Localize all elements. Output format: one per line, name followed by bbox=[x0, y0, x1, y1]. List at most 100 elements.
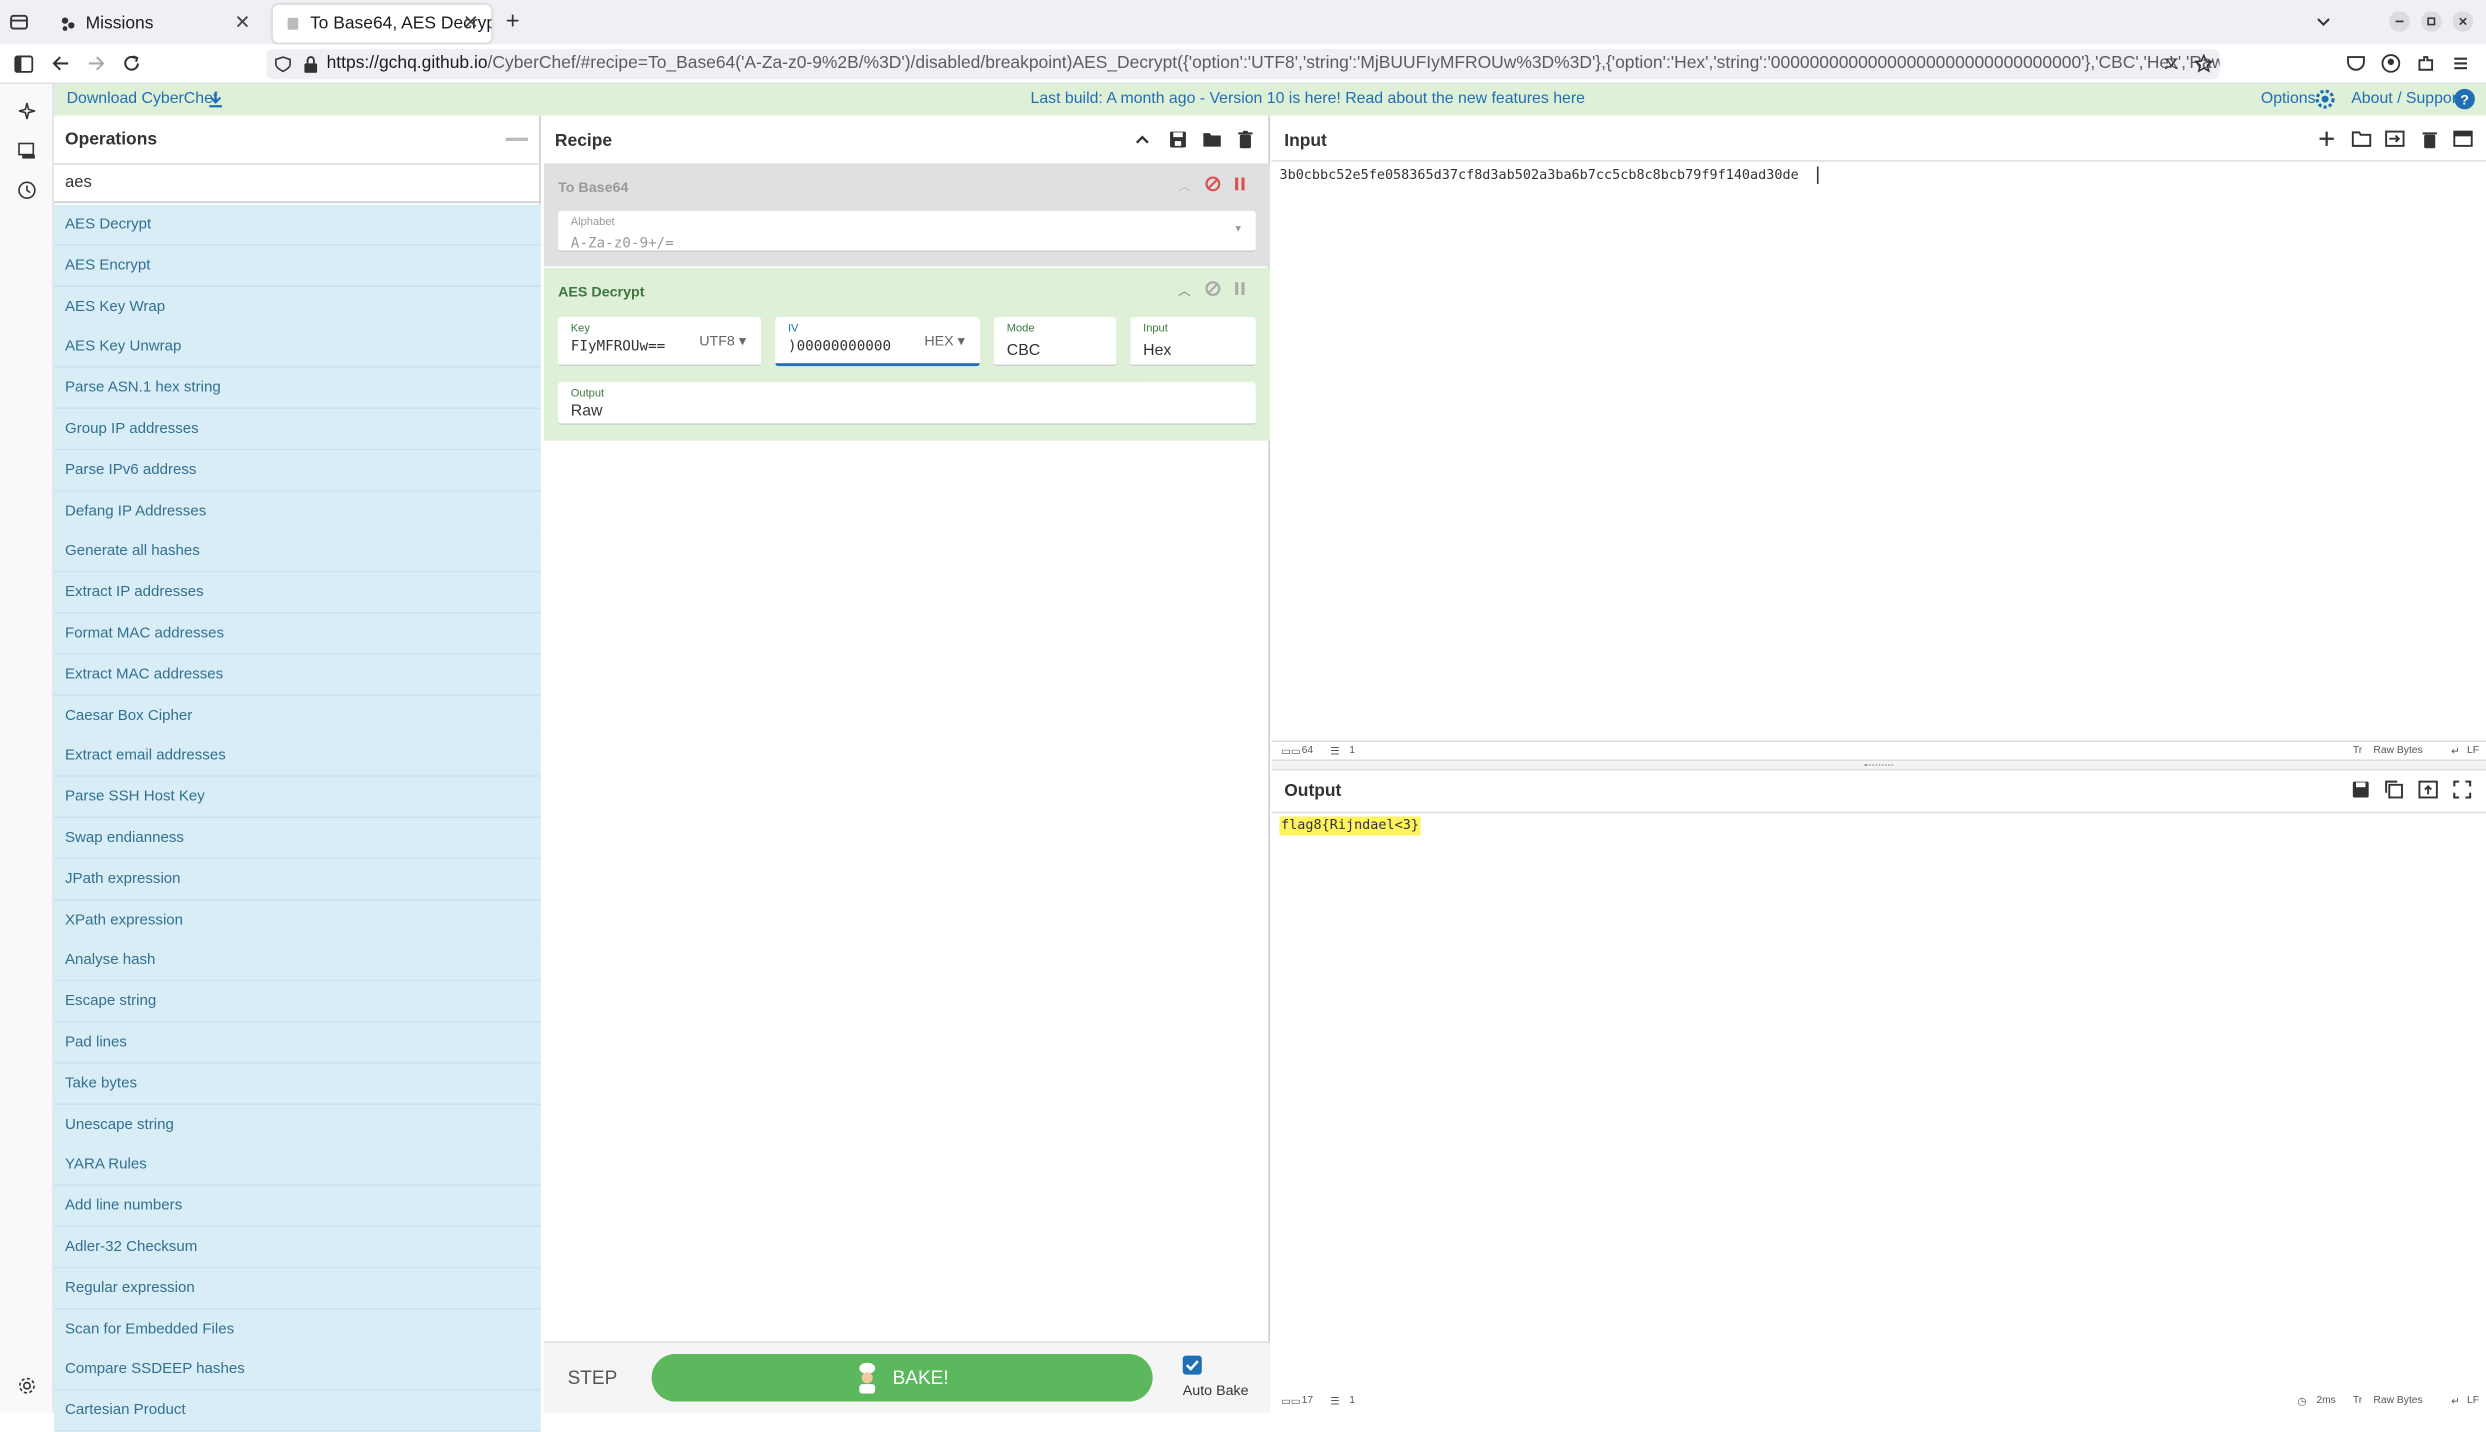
new-tab-button[interactable]: + bbox=[506, 8, 520, 35]
options-gear-icon[interactable] bbox=[2315, 89, 2336, 110]
output-encoding[interactable]: Raw Bytes bbox=[2373, 1395, 2422, 1406]
output-eol[interactable]: LF bbox=[2467, 1395, 2479, 1406]
operation-item[interactable]: Compare SSDEEP hashes bbox=[53, 1349, 541, 1392]
iv-input[interactable]: )00000000000 bbox=[788, 339, 908, 355]
translate-icon[interactable]: 文 bbox=[2164, 54, 2183, 73]
minimize-icon[interactable] bbox=[2389, 11, 2410, 32]
build-notice-link[interactable]: Last build: A month ago - Version 10 is … bbox=[1031, 90, 1585, 107]
save-recipe-icon[interactable] bbox=[1168, 130, 1187, 149]
download-icon[interactable] bbox=[208, 90, 224, 108]
operation-item[interactable]: Unescape string bbox=[53, 1104, 541, 1146]
maximise-output-icon[interactable] bbox=[2453, 780, 2472, 799]
reload-icon[interactable] bbox=[122, 54, 141, 73]
operation-item[interactable]: Add line numbers bbox=[53, 1186, 541, 1228]
extensions-icon[interactable] bbox=[2416, 54, 2435, 73]
operation-item[interactable]: Parse IPv6 address bbox=[53, 449, 541, 492]
operation-item[interactable]: JPath expression bbox=[53, 858, 541, 901]
maximize-icon[interactable] bbox=[2420, 11, 2442, 32]
operations-search-input[interactable]: aes bbox=[53, 165, 541, 203]
operation-item[interactable]: Extract IP addresses bbox=[53, 572, 541, 614]
replace-input-with-output-icon[interactable] bbox=[2418, 780, 2439, 799]
open-folder-icon[interactable] bbox=[2351, 130, 2372, 147]
sidebar-toggle-icon[interactable] bbox=[14, 55, 34, 73]
operation-item[interactable]: Swap endianness bbox=[53, 818, 541, 860]
close-window-icon[interactable] bbox=[2452, 11, 2474, 32]
operation-item[interactable]: YARA Rules bbox=[53, 1145, 541, 1187]
lock-icon[interactable] bbox=[303, 55, 319, 73]
bookmark-star-icon[interactable] bbox=[2194, 53, 2214, 73]
iv-field[interactable]: IV )00000000000 HEX ▾ bbox=[775, 317, 980, 367]
url-bar[interactable]: https://gchq.github.io/CyberChef/#recipe… bbox=[266, 49, 2220, 80]
output-format-select[interactable]: Output Raw bbox=[558, 382, 1256, 425]
key-input[interactable]: FIyMFROUw== bbox=[571, 339, 682, 355]
menu-icon[interactable] bbox=[2451, 54, 2470, 73]
bake-button[interactable]: BAKE! bbox=[651, 1353, 1153, 1402]
alphabet-select[interactable]: Alphabet A-Za-z0-9+/= ▼ bbox=[558, 210, 1256, 253]
save-output-icon[interactable] bbox=[2351, 780, 2370, 799]
operation-item[interactable]: Analyse hash bbox=[53, 940, 541, 983]
operation-item[interactable]: Extract email addresses bbox=[53, 736, 541, 778]
pane-resize-handle[interactable] bbox=[1271, 759, 2486, 771]
account-icon[interactable] bbox=[2381, 54, 2401, 73]
open-file-icon[interactable] bbox=[2385, 130, 2406, 147]
operation-item[interactable]: Adler-32 Checksum bbox=[53, 1227, 541, 1269]
mode-select[interactable]: Mode CBC bbox=[994, 317, 1117, 367]
options-link[interactable]: Options bbox=[2261, 90, 2316, 107]
operation-item[interactable]: Generate all hashes bbox=[53, 531, 541, 573]
step-button[interactable]: STEP bbox=[568, 1367, 618, 1389]
about-support-link[interactable]: About / Support bbox=[2351, 90, 2461, 107]
operation-item[interactable]: AES Key Unwrap bbox=[53, 327, 541, 369]
disable-op-icon[interactable] bbox=[1205, 176, 1221, 192]
auto-bake-checkbox[interactable] bbox=[1182, 1355, 1202, 1375]
pocket-icon[interactable] bbox=[2346, 54, 2365, 73]
operation-item[interactable]: Format MAC addresses bbox=[53, 613, 541, 655]
input-format-select[interactable]: Input Hex bbox=[1130, 317, 1256, 367]
input-encoding[interactable]: Raw Bytes bbox=[2373, 745, 2422, 756]
forward-icon[interactable] bbox=[87, 54, 106, 73]
ai-chat-icon[interactable] bbox=[17, 101, 36, 120]
operation-item[interactable]: Caesar Box Cipher bbox=[53, 695, 541, 737]
history-icon[interactable] bbox=[17, 181, 36, 200]
settings-gear-icon[interactable] bbox=[17, 1376, 36, 1395]
input-eol[interactable]: LF bbox=[2467, 745, 2479, 756]
copy-output-icon[interactable] bbox=[2385, 780, 2404, 799]
operation-item[interactable]: Scan for Embedded Files bbox=[53, 1308, 541, 1351]
close-tab-icon[interactable]: ✕ bbox=[463, 11, 479, 33]
operation-item[interactable]: AES Decrypt bbox=[53, 204, 541, 246]
breakpoint-icon[interactable] bbox=[1233, 281, 1246, 297]
operation-item[interactable]: Defang IP Addresses bbox=[53, 490, 541, 533]
collapse-op-icon[interactable]: ︿ bbox=[1178, 178, 1191, 195]
tab-missions[interactable]: Missions ✕ bbox=[48, 5, 264, 43]
collapse-op-icon[interactable]: ︿ bbox=[1178, 282, 1191, 299]
operation-item[interactable]: Parse SSH Host Key bbox=[53, 777, 541, 819]
collapse-all-icon[interactable] bbox=[1134, 132, 1151, 149]
operation-item[interactable]: Pad lines bbox=[53, 1022, 541, 1064]
iv-format-dropdown[interactable]: HEX ▾ bbox=[924, 333, 965, 350]
operation-item[interactable]: Parse ASN.1 hex string bbox=[53, 368, 541, 410]
help-icon[interactable]: ? bbox=[2454, 88, 2475, 110]
operation-item[interactable]: Take bytes bbox=[53, 1063, 541, 1105]
operation-item[interactable]: Extract MAC addresses bbox=[53, 654, 541, 696]
close-tab-icon[interactable]: ✕ bbox=[235, 11, 251, 33]
operation-item[interactable]: Cartesian Product bbox=[53, 1390, 541, 1432]
operation-item[interactable]: AES Encrypt bbox=[53, 245, 541, 287]
operation-item[interactable]: XPath expression bbox=[53, 899, 541, 942]
input-textarea[interactable]: 3b0cbbc52e5fe058365d37cf8d3ab502a3ba6b7c… bbox=[1279, 168, 1798, 184]
add-input-tab-icon[interactable] bbox=[2318, 130, 2335, 147]
clear-input-trash-icon[interactable] bbox=[2421, 130, 2438, 149]
operation-item[interactable]: Group IP addresses bbox=[53, 409, 541, 451]
tab-cyberchef[interactable]: To Base64, AES Decrypt ✕ bbox=[272, 4, 492, 43]
reset-layout-icon[interactable] bbox=[2453, 130, 2474, 147]
clear-recipe-trash-icon[interactable] bbox=[1237, 130, 1254, 149]
breakpoint-icon[interactable] bbox=[1233, 176, 1246, 192]
operation-item[interactable]: Escape string bbox=[53, 981, 541, 1023]
back-icon[interactable] bbox=[51, 54, 70, 73]
list-all-tabs-icon[interactable] bbox=[2315, 13, 2332, 30]
output-text[interactable]: flag8{Rijndael<3} bbox=[1279, 816, 1421, 836]
download-cyberchef-link[interactable]: Download CyberChef bbox=[67, 90, 218, 107]
tab-overview-icon[interactable] bbox=[10, 13, 29, 32]
tracking-protection-icon[interactable] bbox=[274, 55, 291, 73]
key-format-dropdown[interactable]: UTF8 ▾ bbox=[699, 333, 746, 350]
collapse-operations-icon[interactable]: ▬▬ bbox=[506, 133, 528, 144]
load-recipe-folder-icon[interactable] bbox=[1202, 130, 1223, 149]
